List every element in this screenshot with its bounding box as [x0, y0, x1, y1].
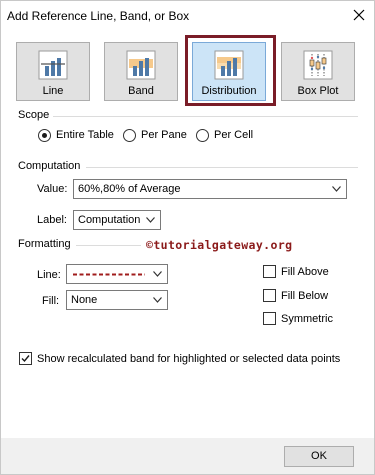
checkbox-unchecked-icon [263, 312, 276, 325]
fill-above-label: Fill Above [281, 265, 329, 278]
show-recalculated-checkbox[interactable]: Show recalculated band for highlighted o… [19, 352, 340, 365]
value-dropdown[interactable]: 60%,80% of Average [73, 179, 347, 199]
formatting-header: Formatting [18, 238, 71, 250]
distribution-icon [214, 50, 244, 80]
fill-dropdown[interactable]: None [66, 290, 168, 310]
reference-line-icon [38, 50, 68, 80]
fill-below-label: Fill Below [281, 289, 329, 302]
value-dropdown-value: 60%,80% of Average [78, 183, 181, 195]
checkbox-unchecked-icon [263, 265, 276, 278]
box-plot-mode-label: Box Plot [297, 85, 339, 97]
label-dropdown-value: Computation [78, 214, 141, 226]
chevron-down-icon [332, 186, 341, 192]
line-mode-label: Line [42, 85, 64, 97]
watermark: ©tutorialgateway.org [146, 238, 293, 252]
label-dropdown[interactable]: Computation [73, 210, 161, 230]
line-label: Line: [37, 269, 61, 281]
symmetric-checkbox[interactable]: Symmetric [263, 312, 333, 325]
close-icon[interactable] [350, 6, 368, 24]
value-label: Value: [37, 183, 68, 195]
checkbox-unchecked-icon [263, 289, 276, 302]
scope-per-cell-radio[interactable]: Per Cell [196, 128, 253, 142]
fill-below-checkbox[interactable]: Fill Below [263, 289, 328, 302]
ok-button[interactable]: OK [284, 446, 354, 467]
band-mode-label: Band [128, 85, 154, 97]
label-label: Label: [37, 214, 67, 226]
reference-band-icon [126, 50, 156, 80]
title-bar: Add Reference Line, Band, or Box [1, 1, 374, 31]
box-plot-mode-tile[interactable]: Box Plot [281, 42, 355, 101]
band-mode-tile[interactable]: Band [104, 42, 178, 101]
fill-dropdown-value: None [71, 294, 98, 306]
line-mode-tile[interactable]: Line [16, 42, 90, 101]
line-style-swatch [73, 273, 145, 276]
scope-entire-table-label: Entire Table [56, 129, 114, 141]
computation-divider [86, 167, 358, 168]
chevron-down-icon [153, 297, 162, 303]
checkbox-checked-icon [19, 352, 32, 365]
distribution-mode-label: Distribution [201, 85, 257, 97]
box-plot-icon [303, 50, 333, 80]
radio-checked-icon [38, 128, 51, 142]
scope-per-pane-label: Per Pane [141, 129, 187, 141]
radio-unchecked-icon [196, 128, 209, 142]
scope-header: Scope [18, 109, 50, 121]
show-recalculated-label: Show recalculated band for highlighted o… [37, 352, 341, 365]
scope-per-cell-label: Per Cell [214, 129, 254, 141]
chevron-down-icon [153, 271, 162, 277]
chevron-down-icon [146, 217, 155, 223]
scope-per-pane-radio[interactable]: Per Pane [123, 128, 187, 142]
reference-line-dialog: Add Reference Line, Band, or Box Line Ba… [0, 0, 375, 475]
check-mark-icon [21, 355, 30, 363]
fill-above-checkbox[interactable]: Fill Above [263, 265, 329, 278]
distribution-mode-tile[interactable]: Distribution [192, 42, 266, 101]
line-style-dropdown[interactable] [66, 264, 168, 284]
radio-unchecked-icon [123, 128, 136, 142]
formatting-divider [76, 245, 141, 246]
symmetric-label: Symmetric [281, 312, 333, 325]
dialog-footer: OK [1, 438, 374, 474]
scope-divider [53, 116, 358, 117]
dialog-title: Add Reference Line, Band, or Box [7, 9, 190, 23]
computation-header: Computation [18, 160, 81, 172]
scope-entire-table-radio[interactable]: Entire Table [38, 128, 114, 142]
fill-label: Fill: [42, 295, 60, 307]
